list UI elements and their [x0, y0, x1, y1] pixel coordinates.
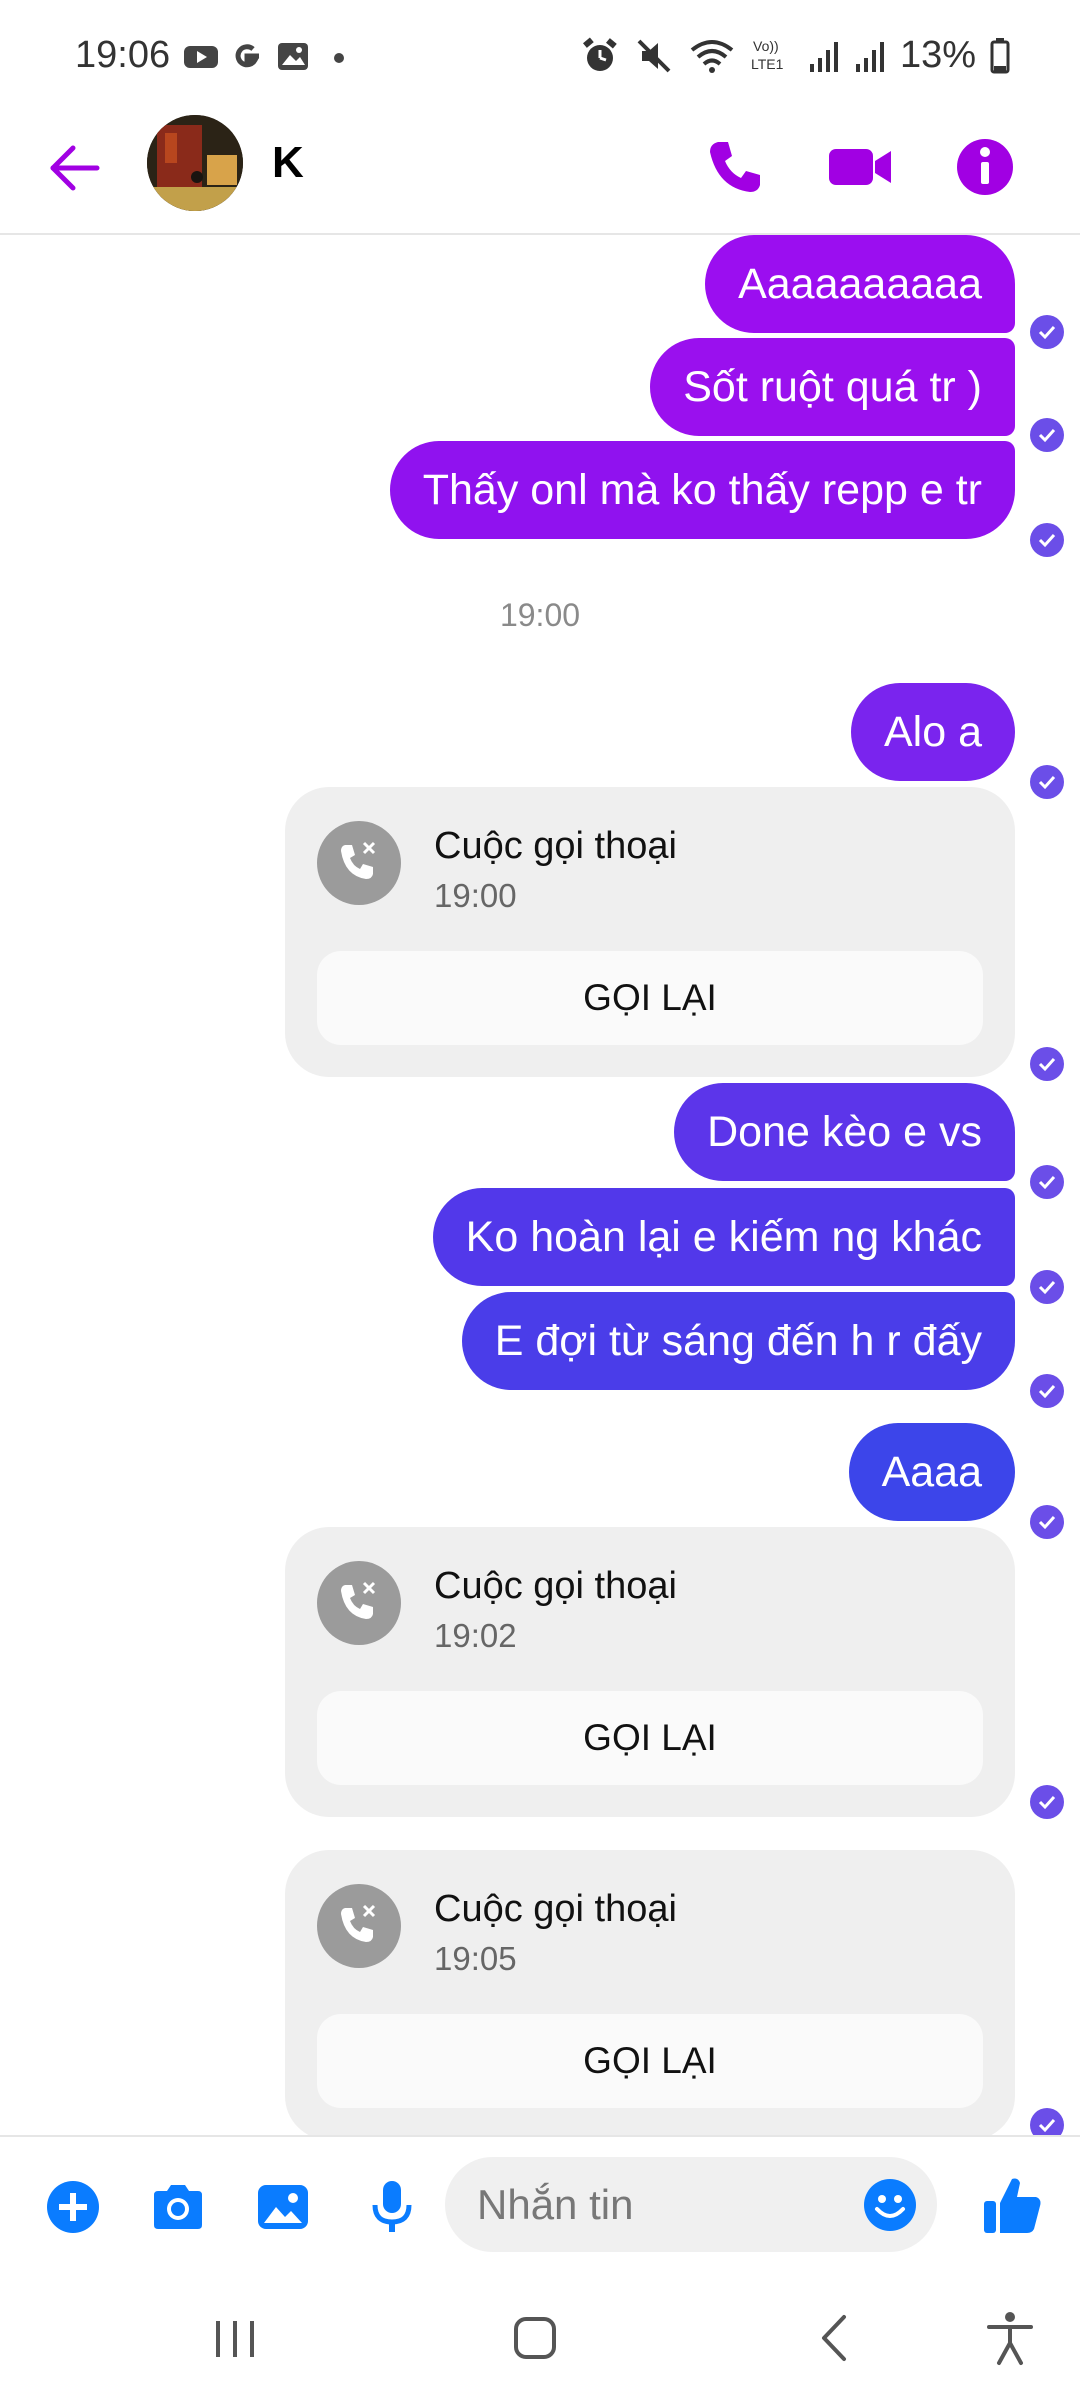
sent-message[interactable]: Sốt ruột quá tr ) — [650, 338, 1015, 436]
seen-check-icon — [1030, 1505, 1064, 1539]
seen-check-icon — [1030, 1165, 1064, 1199]
seen-check-icon — [1030, 315, 1064, 349]
svg-text:Vo)): Vo)) — [753, 38, 779, 54]
seen-check-icon — [1030, 1270, 1064, 1304]
call-title: Cuộc gọi thoại — [434, 825, 677, 867]
thumbs-up-icon[interactable] — [980, 2173, 1044, 2237]
missed-call-icon — [317, 1561, 401, 1645]
sent-message[interactable]: E đợi từ sáng đến h r đấy — [461, 1292, 1015, 1390]
missed-call-icon — [317, 1884, 401, 1968]
phone-icon[interactable] — [700, 132, 770, 202]
gallery-icon — [278, 43, 308, 70]
dot-icon — [334, 53, 344, 63]
network-label: LTE1 — [751, 56, 784, 72]
camera-icon[interactable] — [148, 2177, 208, 2237]
system-nav-bar — [0, 2275, 1080, 2400]
emoji-icon[interactable] — [862, 2177, 918, 2233]
seen-check-icon — [1030, 765, 1064, 799]
call-time: 19:05 — [434, 1940, 517, 1977]
call-title: Cuộc gọi thoại — [434, 1888, 677, 1930]
alarm-icon — [582, 36, 617, 71]
message-composer — [0, 2135, 1080, 2275]
seen-check-icon — [1030, 1785, 1064, 1819]
call-back-button[interactable]: GỌI LẠI — [317, 1691, 983, 1785]
seen-check-icon — [1030, 1047, 1064, 1081]
battery-icon — [990, 37, 1010, 73]
sent-message[interactable]: Ko hoàn lại e kiếm ng khác — [432, 1188, 1015, 1286]
signal-icon — [855, 41, 884, 72]
message-list[interactable]: Aaaaaaaaaa Sốt ruột quá tr ) Thấy onl mà… — [0, 235, 1080, 2135]
home-icon[interactable] — [500, 2303, 570, 2373]
seen-check-icon — [1030, 1374, 1064, 1408]
contact-name[interactable]: K — [272, 138, 304, 188]
call-title: Cuộc gọi thoại — [434, 1565, 677, 1607]
sent-message[interactable]: Aaaa — [848, 1423, 1015, 1521]
call-back-button[interactable]: GỌI LẠI — [317, 951, 983, 1045]
status-bar: 19:06 Vo)) LTE1 13% — [0, 0, 1080, 110]
missed-call-card: Cuộc gọi thoại 19:00 GỌI LẠI — [285, 787, 1015, 1077]
call-time: 19:00 — [434, 877, 517, 914]
plus-icon[interactable] — [43, 2177, 103, 2237]
recent-apps-icon[interactable] — [200, 2303, 270, 2373]
call-back-button[interactable]: GỌI LẠI — [317, 2014, 983, 2108]
seen-check-icon — [1030, 523, 1064, 557]
signal-icon — [809, 41, 838, 72]
missed-call-icon — [317, 821, 401, 905]
call-time: 19:02 — [434, 1617, 517, 1654]
wifi-icon — [690, 39, 734, 73]
video-camera-icon[interactable] — [825, 132, 895, 202]
chat-header: K — [0, 110, 1080, 235]
avatar[interactable] — [147, 115, 243, 211]
volte-icon: Vo)) LTE1 — [751, 38, 784, 72]
sent-message[interactable]: Alo a — [850, 683, 1015, 781]
info-icon[interactable] — [950, 132, 1020, 202]
battery-percent: 13% — [899, 34, 976, 76]
missed-call-card: Cuộc gọi thoại 19:05 GỌI LẠI — [285, 1850, 1015, 2135]
accessibility-icon[interactable] — [975, 2303, 1045, 2373]
back-icon[interactable] — [800, 2303, 870, 2373]
youtube-icon — [184, 46, 218, 68]
microphone-icon[interactable] — [362, 2177, 422, 2237]
missed-call-card: Cuộc gọi thoại 19:02 GỌI LẠI — [285, 1527, 1015, 1817]
avatar-image — [147, 115, 243, 211]
status-time: 19:06 — [75, 34, 171, 76]
sent-message[interactable]: Thấy onl mà ko thấy repp e tr — [389, 441, 1015, 539]
seen-check-icon — [1030, 2108, 1064, 2135]
sent-message[interactable]: Done kèo e vs — [674, 1083, 1015, 1181]
message-timestamp: 19:00 — [499, 597, 581, 633]
sent-message[interactable]: Aaaaaaaaaa — [705, 235, 1015, 333]
back-arrow-icon[interactable] — [45, 138, 105, 198]
image-icon[interactable] — [253, 2177, 313, 2237]
google-icon — [235, 44, 260, 68]
seen-check-icon — [1030, 418, 1064, 452]
mute-icon — [637, 39, 671, 72]
